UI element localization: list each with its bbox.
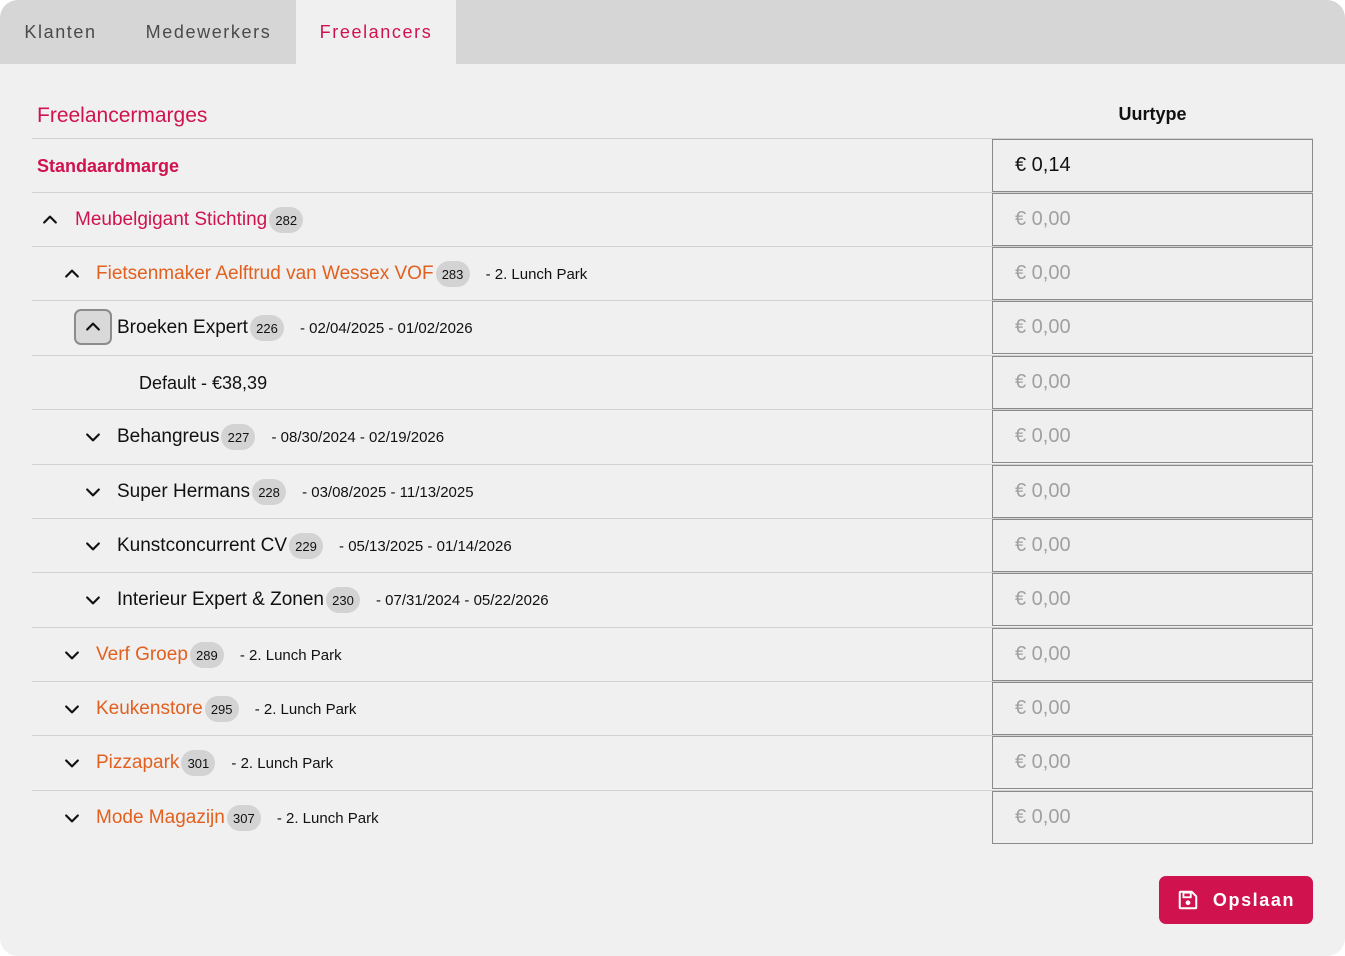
- floppy-disk-icon: [1178, 890, 1198, 910]
- save-button-label: Opslaan: [1212, 889, 1296, 910]
- chevron-down-icon[interactable]: [81, 534, 105, 558]
- date-range: - 05/13/2025 - 01/14/2026: [339, 537, 512, 555]
- location-name: Mode Magazijn: [96, 807, 225, 828]
- margin-input[interactable]: € 0,00: [992, 573, 1313, 626]
- tree-row: Fietsenmaker Aelftrud van Wessex VOF 283…: [32, 246, 1313, 300]
- tree-row: Behangreus 227 - 08/30/2024 - 02/19/2026…: [32, 409, 1313, 463]
- id-badge: 228: [252, 479, 287, 505]
- tab-medewerkers[interactable]: Medewerkers: [121, 0, 296, 64]
- margin-input[interactable]: € 0,00: [992, 682, 1313, 735]
- margin-panel: Klanten Medewerkers Freelancers Freelanc…: [0, 0, 1345, 956]
- date-range: - 03/08/2025 - 11/13/2025: [302, 483, 474, 501]
- standard-margin-label: Standaardmarge: [37, 155, 180, 176]
- id-badge: 227: [221, 424, 256, 450]
- freelancer-name: Super Hermans: [117, 481, 251, 502]
- chevron-up-icon[interactable]: [38, 208, 62, 232]
- location-subtitle: - 2. Lunch Park: [231, 754, 334, 772]
- chevron-up-icon[interactable]: [60, 262, 84, 286]
- tree-row: Pizzapark 301 - 2. Lunch Park € 0,00: [32, 735, 1313, 789]
- id-badge: 229: [289, 533, 324, 559]
- tree-row: Interieur Expert & Zonen 230 - 07/31/202…: [32, 572, 1313, 626]
- section-title: Freelancermarges: [37, 104, 208, 127]
- id-badge: 301: [181, 750, 216, 776]
- margin-input[interactable]: € 0,00: [992, 465, 1313, 518]
- location-subtitle: - 2. Lunch Park: [485, 265, 588, 283]
- chevron-down-icon[interactable]: [60, 697, 84, 721]
- standard-margin-input[interactable]: € 0,14: [992, 139, 1313, 192]
- id-badge: 226: [249, 315, 284, 341]
- tree-row: Verf Groep 289 - 2. Lunch Park € 0,00: [32, 627, 1313, 681]
- save-button[interactable]: Opslaan: [1159, 876, 1313, 924]
- id-badge: 307: [226, 805, 261, 831]
- id-badge: 282: [269, 207, 304, 233]
- location-name: Verf Groep: [96, 644, 188, 665]
- location-subtitle: - 2. Lunch Park: [254, 700, 357, 718]
- tree-row: Default - €38,39 € 0,00: [32, 355, 1313, 409]
- tree-row: Broeken Expert 226 - 02/04/2025 - 01/02/…: [32, 300, 1313, 354]
- tab-freelancers[interactable]: Freelancers: [296, 0, 456, 64]
- margin-input[interactable]: € 0,00: [992, 193, 1313, 246]
- margin-input[interactable]: € 0,00: [992, 301, 1313, 354]
- margin-input[interactable]: € 0,00: [992, 356, 1313, 409]
- tab-bar: Klanten Medewerkers Freelancers: [0, 0, 1345, 64]
- standard-margin-row: Standaardmarge € 0,14: [32, 138, 1313, 192]
- margin-input[interactable]: € 0,00: [992, 247, 1313, 300]
- date-range: - 07/31/2024 - 05/22/2026: [376, 591, 549, 609]
- date-range: - 08/30/2024 - 02/19/2026: [271, 428, 445, 446]
- tree-row: Keukenstore 295 - 2. Lunch Park € 0,00: [32, 681, 1313, 735]
- tab-klanten[interactable]: Klanten: [0, 0, 121, 64]
- tree-row: Kunstconcurrent CV 229 - 05/13/2025 - 01…: [32, 518, 1313, 572]
- id-badge: 283: [435, 261, 470, 287]
- margin-input[interactable]: € 0,00: [992, 791, 1313, 844]
- location-name: Pizzapark: [96, 752, 180, 773]
- freelancer-name: Interieur Expert & Zonen: [117, 589, 324, 610]
- margin-input[interactable]: € 0,00: [992, 736, 1313, 789]
- id-badge: 289: [189, 642, 224, 668]
- chevron-down-icon[interactable]: [81, 425, 105, 449]
- location-name: Keukenstore: [96, 698, 203, 719]
- rate-type-label: Default - €38,39: [139, 372, 268, 393]
- date-range: - 02/04/2025 - 01/02/2026: [299, 319, 473, 337]
- margin-input[interactable]: € 0,00: [992, 519, 1313, 572]
- tree-row: Meubelgigant Stichting 282 € 0,00: [32, 192, 1313, 246]
- location-subtitle: - 2. Lunch Park: [276, 809, 379, 827]
- tree-row: Super Hermans 228 - 03/08/2025 - 11/13/2…: [32, 464, 1313, 518]
- freelancer-name: Broeken Expert: [117, 317, 248, 338]
- client-name: Meubelgigant Stichting: [75, 209, 268, 230]
- tree-row: Mode Magazijn 307 - 2. Lunch Park € 0,00: [32, 790, 1313, 844]
- chevron-up-icon[interactable]: [74, 309, 112, 345]
- location-subtitle: - 2. Lunch Park: [239, 646, 342, 664]
- column-header-uurtype: Uurtype: [1118, 104, 1187, 124]
- margin-input[interactable]: € 0,00: [992, 628, 1313, 681]
- chevron-down-icon[interactable]: [60, 806, 84, 830]
- margin-input[interactable]: € 0,00: [992, 410, 1313, 463]
- id-badge: 230: [326, 587, 360, 613]
- chevron-down-icon[interactable]: [60, 643, 84, 667]
- freelancer-name: Behangreus: [117, 426, 220, 447]
- chevron-down-icon[interactable]: [81, 480, 105, 504]
- freelancer-name: Kunstconcurrent CV: [117, 535, 288, 556]
- id-badge: 295: [204, 696, 239, 722]
- location-name: Fietsenmaker Aelftrud van Wessex VOF: [96, 263, 434, 284]
- chevron-down-icon[interactable]: [81, 588, 105, 612]
- chevron-down-icon[interactable]: [60, 751, 84, 775]
